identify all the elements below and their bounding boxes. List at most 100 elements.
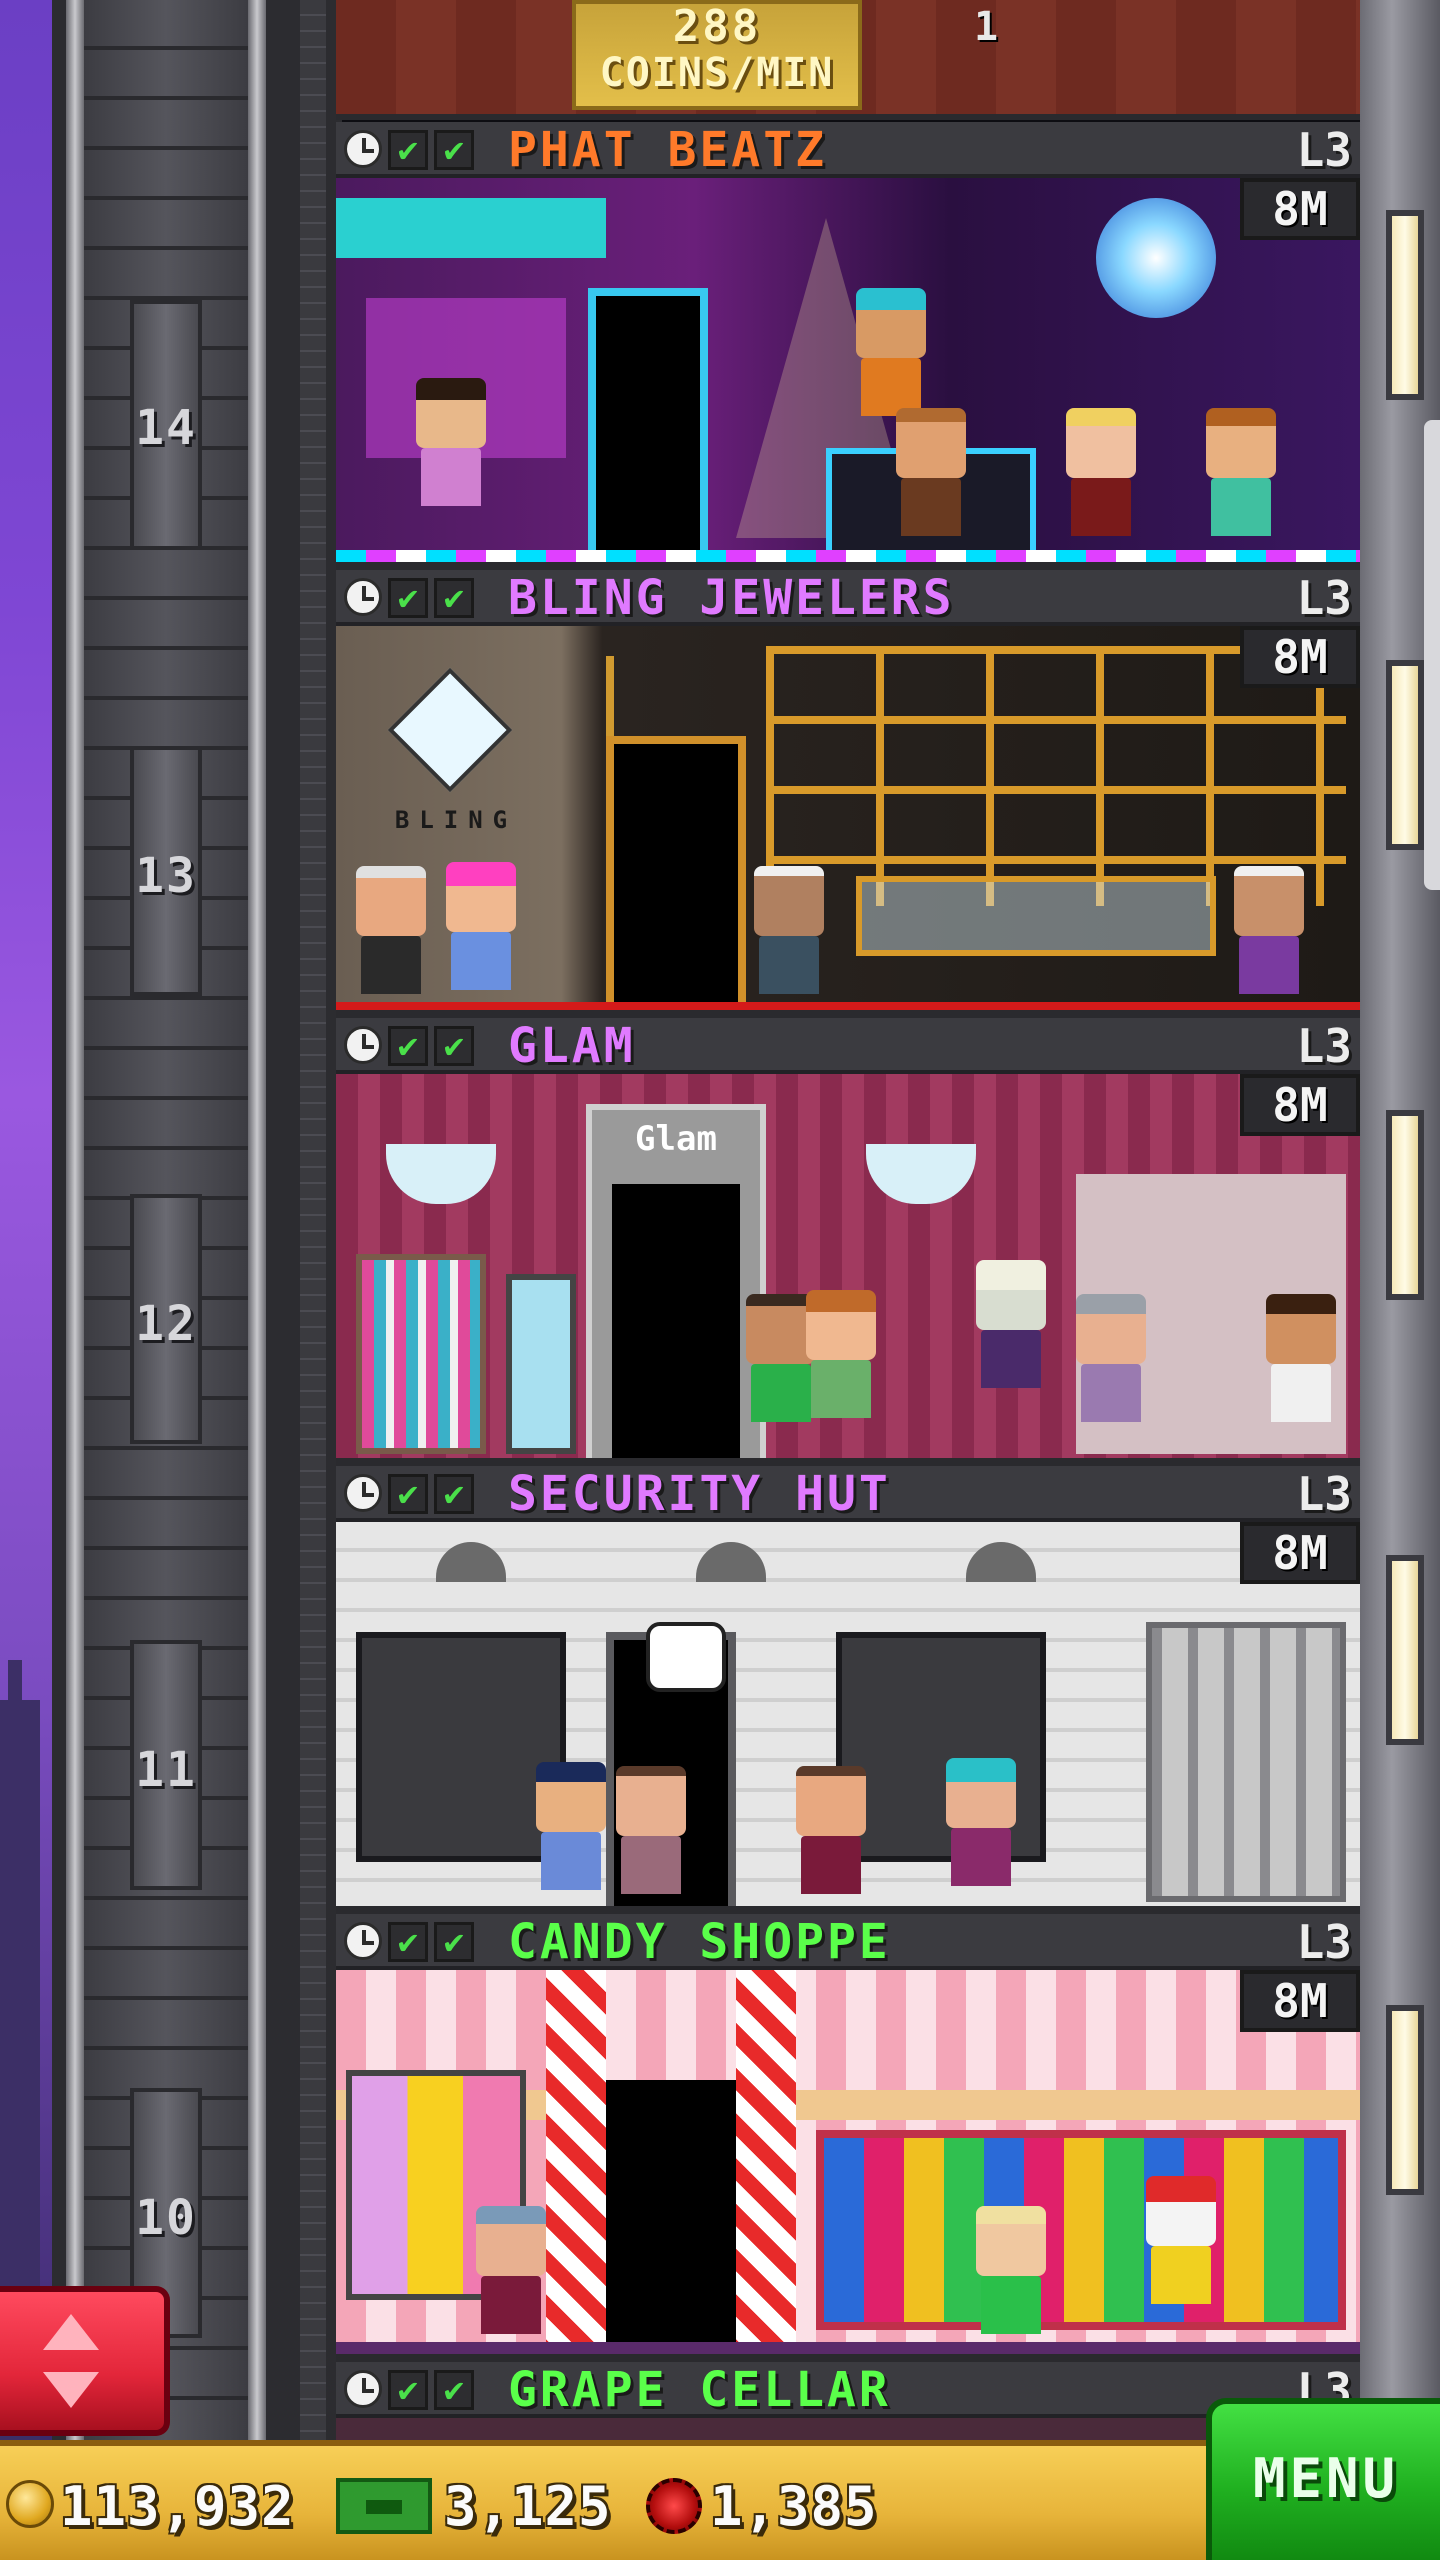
points-icon — [646, 2478, 702, 2534]
floor-name: CANDY SHOPPE — [508, 1914, 891, 1970]
coins-rate-unit: COINS/MIN — [599, 50, 835, 96]
bitizen[interactable] — [856, 288, 926, 416]
stock-badge: 8M — [1240, 1074, 1360, 1136]
floor-level: L3 — [1296, 1915, 1352, 1969]
stock-badge: 8M — [1240, 626, 1360, 688]
bitizen[interactable] — [1266, 1294, 1336, 1422]
floor-header: ✔ ✔ GLAM L3 — [336, 1018, 1360, 1074]
stock-badge: 8M — [1240, 1970, 1360, 2032]
candy-cane-pillar — [736, 1970, 796, 2354]
coins-count: 113,932 — [60, 2475, 295, 2538]
bitizen[interactable] — [356, 866, 426, 994]
mirror — [506, 1274, 576, 1454]
room-scene[interactable]: Glam 8M — [336, 1074, 1360, 1466]
check-icon: ✔ — [434, 130, 474, 170]
window-light — [1386, 1110, 1424, 1300]
room-scene[interactable]: 8M — [336, 1522, 1360, 1914]
clock-icon — [344, 130, 382, 168]
floor-number-12: 12 — [135, 1296, 197, 1352]
neon-bar — [336, 198, 606, 258]
bitizen[interactable] — [754, 866, 824, 994]
floor-level: L3 — [1296, 571, 1352, 625]
floor-security-hut[interactable]: ✔ ✔ SECURITY HUT L3 8M — [336, 1466, 1360, 1914]
counter-base — [336, 2342, 1360, 2354]
floor-bling-jewelers[interactable]: ✔ ✔ BLING JEWELERS L3 BLING 8M — [336, 570, 1360, 1018]
floor-number-10: 10 — [135, 2190, 197, 2246]
jewelry-sign: BLING — [394, 806, 518, 834]
bux-count: 3,125 — [444, 2475, 612, 2538]
bitizen[interactable] — [416, 378, 486, 506]
bitizen[interactable] — [1206, 408, 1276, 536]
floor-name: GLAM — [508, 1018, 636, 1074]
candy-cane-pillar — [546, 1970, 606, 2354]
bitizen[interactable] — [476, 2206, 546, 2334]
ceiling-lamp — [966, 1542, 1036, 1582]
menu-button[interactable]: MENU — [1206, 2398, 1440, 2560]
bitizen[interactable] — [446, 862, 516, 990]
floor-header: ✔ ✔ PHAT BEATZ L3 — [336, 122, 1360, 178]
chandelier — [386, 1144, 496, 1204]
shaft-rail-left — [66, 0, 84, 2440]
shop-door — [606, 736, 746, 1010]
scroll-handle[interactable] — [1424, 420, 1440, 890]
window-light — [1386, 2005, 1424, 2195]
display-counter — [856, 876, 1216, 956]
floor-number-11: 11 — [135, 1742, 197, 1798]
clown-bitizen[interactable] — [1146, 2176, 1216, 2304]
points-count: 1,385 — [710, 2475, 878, 2538]
elevator-control-button[interactable] — [0, 2286, 170, 2436]
check-icon: ✔ — [388, 2370, 428, 2410]
floor-name: PHAT BEATZ — [508, 122, 827, 178]
floor-header: ✔ ✔ GRAPE CELLAR L3 — [336, 2362, 1360, 2418]
window-light — [1386, 210, 1424, 400]
coins-rate-value: 288 — [672, 1, 762, 52]
glam-sign: Glam — [635, 1119, 717, 1159]
floor-candy-shoppe[interactable]: ✔ ✔ CANDY SHOPPE L3 8M — [336, 1914, 1360, 2362]
arrow-up-icon — [43, 2314, 99, 2350]
shop-door — [612, 1184, 740, 1458]
bitizen[interactable] — [796, 1766, 866, 1894]
arrow-down-icon — [43, 2372, 99, 2408]
coins-per-minute-sign: 288 COINS/MIN — [572, 0, 862, 110]
speech-bubble — [646, 1622, 726, 1692]
bitizen[interactable] — [1234, 866, 1304, 994]
bitizen[interactable] — [806, 1290, 876, 1418]
floor-level: L3 — [1296, 1019, 1352, 1073]
ceiling-lamp — [436, 1542, 506, 1582]
check-icon: ✔ — [388, 1922, 428, 1962]
check-icon: ✔ — [388, 578, 428, 618]
stock-badge: 8M — [1240, 178, 1360, 240]
check-icon: ✔ — [434, 578, 474, 618]
bux-icon — [336, 2478, 432, 2534]
floor-phat-beatz[interactable]: ✔ ✔ PHAT BEATZ L3 8M — [336, 122, 1360, 570]
floor-glam[interactable]: ✔ ✔ GLAM L3 Glam 8M — [336, 1018, 1360, 1466]
floor-name: GRAPE CELLAR — [508, 2362, 891, 2418]
floor-header: ✔ ✔ CANDY SHOPPE L3 — [336, 1914, 1360, 1970]
window-light — [1386, 1555, 1424, 1745]
clock-icon — [344, 2370, 382, 2408]
room-scene[interactable]: 8M — [336, 178, 1360, 570]
bitizen[interactable] — [1066, 408, 1136, 536]
window-light — [1386, 660, 1424, 850]
shop-door — [588, 288, 708, 562]
bitizen[interactable] — [946, 1758, 1016, 1886]
clothing-rack — [356, 1254, 486, 1454]
check-icon: ✔ — [434, 2370, 474, 2410]
check-icon: ✔ — [434, 1026, 474, 1066]
check-icon: ✔ — [434, 1922, 474, 1962]
floor-header: ✔ ✔ SECURITY HUT L3 — [336, 1466, 1360, 1522]
bitizen[interactable] — [976, 2206, 1046, 2334]
bitizen[interactable] — [616, 1766, 686, 1894]
floor-name: BLING JEWELERS — [508, 570, 955, 626]
stock-badge: 8M — [1240, 1522, 1360, 1584]
bitizen[interactable] — [896, 408, 966, 536]
room-scene[interactable]: 8M — [336, 1970, 1360, 2362]
bitizen[interactable] — [1076, 1294, 1146, 1422]
diamond-icon — [387, 667, 513, 793]
security-guard[interactable] — [536, 1762, 606, 1890]
floor-number-13: 13 — [135, 848, 197, 904]
bitizen[interactable] — [976, 1260, 1046, 1388]
floor-number-14: 14 — [135, 400, 197, 456]
disco-ball — [1096, 198, 1216, 318]
room-scene[interactable]: BLING 8M — [336, 626, 1360, 1018]
